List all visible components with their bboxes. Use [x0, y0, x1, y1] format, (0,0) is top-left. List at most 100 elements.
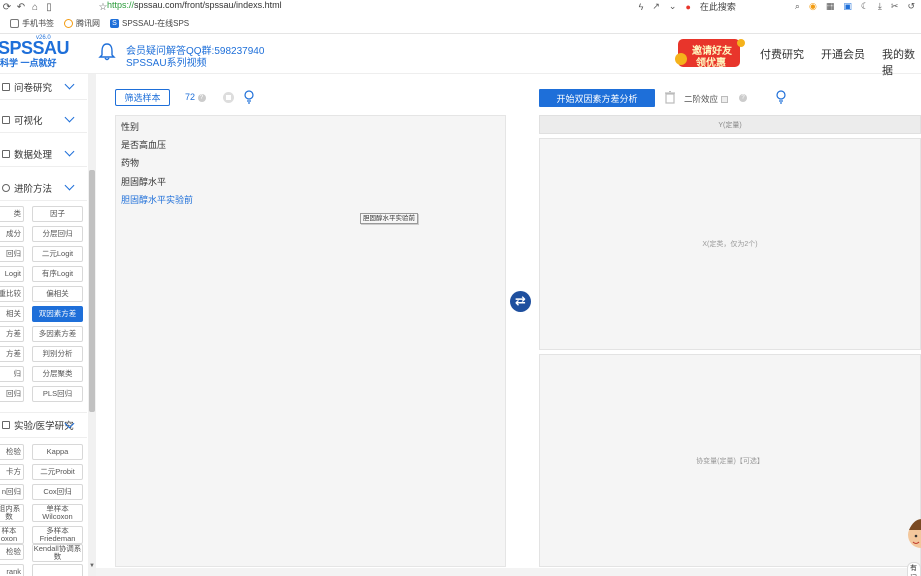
moon-icon[interactable]: ☾ [861, 1, 869, 12]
method-pca[interactable]: 成分 [0, 226, 24, 242]
bookmark-mobile[interactable]: 手机书签 [10, 18, 54, 29]
undo-icon[interactable]: ↶ [14, 2, 28, 13]
variable-list[interactable]: 性别 是否高血压 药物 胆固醇水平 胆固醇水平实验前 [115, 115, 506, 567]
reader-icon[interactable]: ▯ [42, 2, 56, 13]
qr-icon[interactable]: ▦ [826, 1, 835, 12]
address-bar[interactable]: https://spssau.com/front/spssau/indexs.h… [107, 0, 282, 10]
url-path: spssau.com/front/spssau/indexs.html [134, 0, 282, 10]
grid-icon[interactable]: ▣ [843, 1, 852, 12]
bookmarks-bar: 手机书签 腾讯网 S SPSSAU-在线SPS [0, 14, 921, 34]
sample-count: 72 ? [185, 92, 206, 102]
lightning-icon[interactable]: ϟ [639, 2, 644, 12]
section-label: 数据处理 [14, 149, 53, 161]
method-hier-cluster[interactable]: 分层聚类 [32, 366, 83, 382]
game-icon[interactable]: ◉ [809, 1, 817, 12]
method-cox[interactable]: Cox回归 [32, 484, 83, 500]
method-reg2[interactable]: 回归 [0, 386, 24, 402]
method-friedman[interactable]: 多样本Friedeman [32, 526, 83, 544]
back-icon[interactable]: ↺ [907, 1, 915, 12]
method-n-regression[interactable]: n回归 [0, 484, 24, 500]
share-icon[interactable]: ↗ [652, 1, 660, 12]
method-correlation[interactable]: 相关 [0, 306, 24, 322]
filter-sample-button[interactable]: 筛选样本 [115, 89, 170, 106]
lightbulb-icon[interactable] [244, 90, 254, 104]
spssau-favicon: S [110, 19, 119, 28]
method-extra[interactable] [32, 564, 83, 576]
method-anova[interactable]: 方差 [0, 326, 24, 342]
browser-toolbar: ⟳ ↶ ⌂ ▯ ☆ https://spssau.com/front/spssa… [0, 0, 921, 14]
method-sample-wilcoxon[interactable]: 样本oxon [0, 526, 24, 544]
bookmark-tencent[interactable]: 腾讯网 [64, 18, 100, 29]
run-analysis-button[interactable]: 开始双因素方差分析 [539, 89, 655, 107]
method-test2[interactable]: 检验 [0, 544, 24, 560]
flask-icon [2, 421, 10, 429]
method-multi-way-anova[interactable]: 多因素方差 [32, 326, 83, 342]
variable-item[interactable]: 是否高血压 [121, 138, 166, 151]
method-variance[interactable]: 方差 [0, 346, 24, 362]
variable-item-selected[interactable]: 胆固醇水平实验前 [121, 193, 193, 206]
chart-icon [2, 115, 10, 124]
nav-membership[interactable]: 开通会员 [821, 46, 865, 62]
nav-my-data[interactable]: 我的数据 [882, 46, 921, 78]
method-binary-logit[interactable]: 二元Logit [32, 246, 83, 262]
nav-paid-research[interactable]: 付费研究 [760, 46, 804, 62]
method-kappa[interactable]: Kappa [32, 444, 83, 460]
method-two-way-anova[interactable]: 双因素方差 [32, 306, 83, 322]
method-one-sample-wilcoxon[interactable]: 单样本Wilcoxon [32, 504, 83, 522]
method-ordinal-logit[interactable]: 有序Logit [32, 266, 83, 282]
assistant-label[interactable]: 有问 [907, 562, 921, 576]
method-binary-probit[interactable]: 二元Probit [32, 464, 83, 480]
method-regression[interactable]: 回归 [0, 246, 24, 262]
method-cluster[interactable]: 类 [0, 206, 24, 222]
variable-item[interactable]: 胆固醇水平 [121, 175, 166, 188]
sidebar-section-data[interactable]: 数据处理 [0, 141, 87, 167]
chevron-down-icon[interactable]: ⌄ [669, 1, 677, 12]
help-icon[interactable]: ? [197, 93, 206, 102]
method-rank[interactable]: rank [0, 564, 24, 576]
search-icon[interactable]: ⌕ [795, 1, 800, 12]
y-drop-zone[interactable]: Y(定量) [539, 115, 921, 134]
refresh-icon[interactable]: ⟳ [0, 2, 14, 13]
second-order-label: 二阶效应 [684, 94, 719, 104]
search-label[interactable]: 在此搜索 [700, 0, 736, 13]
method-logit[interactable]: Logit [0, 266, 24, 282]
sidebar-scroll-thumb[interactable] [89, 170, 95, 412]
variable-item[interactable]: 性别 [121, 120, 139, 133]
method-chi-square[interactable]: 卡方 [0, 464, 24, 480]
invite-banner[interactable]: 邀请好友 领优惠 [672, 36, 750, 70]
sidebar-section-advanced[interactable]: 进阶方法 [0, 175, 87, 201]
method-hier-regression[interactable]: 分层回归 [32, 226, 83, 242]
method-pls[interactable]: PLS回归 [32, 386, 83, 402]
method-icc[interactable]: 组内系数 [0, 504, 24, 522]
trash-icon[interactable] [664, 91, 676, 104]
lightbulb-icon[interactable] [776, 90, 786, 104]
method-test[interactable]: 检验 [0, 444, 24, 460]
search-engine-icon[interactable]: ● [685, 2, 690, 12]
second-order-toggle[interactable]: 二阶效应 [684, 93, 729, 105]
scissors-icon[interactable]: ✂ [891, 1, 899, 12]
covariate-drop-zone[interactable]: 协变量(定量)【可选】 [539, 354, 921, 567]
chevron-down-icon [64, 79, 75, 90]
download-icon[interactable]: ⤓ [878, 1, 882, 12]
second-order-checkbox[interactable] [721, 96, 729, 104]
method-multiple-compare[interactable]: 重比较 [0, 286, 24, 302]
method-factor[interactable]: 因子 [32, 206, 83, 222]
sidebar-section-medical[interactable]: 实验/医学研究 [0, 412, 87, 438]
swap-arrows-icon[interactable]: ⇄ [510, 291, 531, 312]
video-link[interactable]: SPSSAU系列视频 [126, 54, 207, 69]
clear-icon[interactable] [222, 91, 235, 104]
x-drop-zone[interactable]: X(定类，仅为2个) [539, 138, 921, 350]
bell-icon[interactable] [97, 42, 117, 62]
home-icon[interactable]: ⌂ [28, 2, 42, 13]
method-kendall[interactable]: Kendall协调系数 [32, 544, 83, 562]
bookmark-spssau[interactable]: S SPSSAU-在线SPS [110, 18, 189, 29]
sidebar-section-visual[interactable]: 可视化 [0, 107, 87, 133]
help-icon[interactable]: ? [739, 94, 747, 102]
scroll-down-arrow[interactable]: ▼ [89, 563, 95, 569]
bottom-scrollbar[interactable] [96, 568, 921, 576]
variable-item[interactable]: 药物 [121, 156, 139, 169]
sidebar-section-survey[interactable]: 问卷研究 [0, 74, 87, 100]
method-reg[interactable]: 归 [0, 366, 24, 382]
method-discriminant[interactable]: 判别分析 [32, 346, 83, 362]
method-partial-corr[interactable]: 偏相关 [32, 286, 83, 302]
